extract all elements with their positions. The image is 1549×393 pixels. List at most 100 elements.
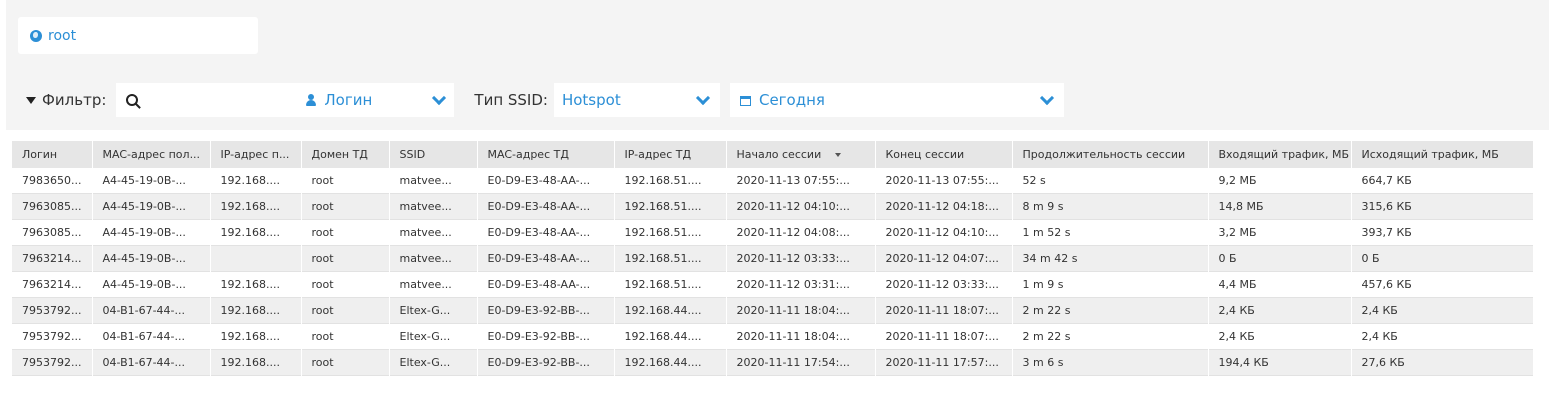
login-field-select[interactable]: Логин: [306, 83, 455, 117]
table-cell: A4-45-19-0B-...: [92, 193, 211, 220]
table-cell: 192.168....: [210, 349, 302, 376]
table-cell: matvee...: [389, 168, 478, 194]
table-row[interactable]: 7953792... 04-B1-67-44-... 192.168.... root…: [12, 349, 1534, 376]
table-cell: 192.168.51....: [614, 271, 727, 298]
table-cell: A4-45-19-0B-...: [92, 271, 211, 298]
table-cell: root: [301, 323, 390, 350]
sort-desc-icon: [835, 153, 842, 157]
funnel-icon: [26, 96, 36, 104]
table-cell: 7983650...: [12, 168, 93, 194]
table-cell: 192.168.51....: [614, 219, 727, 246]
column-header[interactable]: IP-адрес ТД: [614, 141, 727, 168]
globe-icon: [30, 29, 42, 42]
table-row[interactable]: 7963085... A4-45-19-0B-... 192.168.... root…: [12, 219, 1534, 246]
table-cell: 8 m 9 s: [1012, 193, 1209, 220]
table-cell: E0-D9-E3-48-AA-...: [477, 219, 615, 246]
table-cell: root: [301, 219, 390, 246]
search-icon: [126, 94, 139, 106]
filter-bar: Фильтр: Логин Тип SSID: Hotspot Сегодня: [6, 70, 1549, 130]
filter-label-group: Фильтр:: [26, 91, 106, 109]
table-cell: A4-45-19-0B-...: [92, 219, 211, 246]
table-cell: matvee...: [389, 219, 478, 246]
column-header[interactable]: Логин: [12, 141, 93, 168]
table-cell: 192.168....: [210, 168, 302, 194]
table-cell: 7953792...: [12, 349, 93, 376]
table-cell: A4-45-19-0B-...: [92, 245, 211, 272]
table-cell: 393,7 КБ: [1351, 219, 1534, 246]
table-cell: 2020-11-11 17:57:...: [875, 349, 1013, 376]
column-header[interactable]: SSID: [389, 141, 478, 168]
column-header[interactable]: MAC-адрес пол...: [92, 141, 211, 168]
table-row[interactable]: 7953792... 04-B1-67-44-... 192.168.... root…: [12, 323, 1534, 350]
table-cell: [210, 245, 302, 272]
table-cell: 2 m 22 s: [1012, 297, 1209, 324]
table-cell: root: [301, 168, 390, 194]
table-cell: 192.168.51....: [614, 193, 727, 220]
table-cell: 04-B1-67-44-...: [92, 297, 211, 324]
chevron-down-icon[interactable]: [432, 90, 447, 105]
domain-selector[interactable]: root: [18, 17, 258, 54]
date-range-value: Сегодня: [758, 91, 825, 109]
table-cell: E0-D9-E3-92-BB-...: [477, 323, 615, 350]
column-header[interactable]: Конец сессии: [875, 141, 1013, 168]
table-cell: 7963085...: [12, 193, 93, 220]
table-cell: root: [301, 297, 390, 324]
table-cell: 2020-11-12 03:31:...: [726, 271, 876, 298]
table-row[interactable]: 7953792... 04-B1-67-44-... 192.168.... root…: [12, 297, 1534, 324]
table-cell: 2020-11-12 03:33:...: [726, 245, 876, 272]
table-cell: Eltex-G...: [389, 349, 478, 376]
domain-label: root: [48, 27, 77, 44]
table-cell: 7953792...: [12, 323, 93, 350]
column-header-sorted[interactable]: Начало сессии: [726, 141, 876, 168]
table-row[interactable]: 7963214... A4-45-19-0B-... root matvee... E0…: [12, 245, 1534, 272]
table-cell: E0-D9-E3-48-AA-...: [477, 168, 615, 194]
column-header[interactable]: Входящий трафик, МБ: [1208, 141, 1352, 168]
date-range-select[interactable]: Сегодня: [729, 83, 1064, 117]
table-cell: 315,6 КБ: [1351, 193, 1534, 220]
table-cell: E0-D9-E3-92-BB-...: [477, 349, 615, 376]
search-input[interactable]: [116, 83, 307, 117]
table-cell: 2020-11-11 18:04:...: [726, 323, 876, 350]
table-row[interactable]: 7983650... A4-45-19-0B-... 192.168.... root…: [12, 168, 1534, 194]
table-cell: 0 Б: [1208, 245, 1352, 272]
table-cell: root: [301, 193, 390, 220]
table-row[interactable]: 7963085... A4-45-19-0B-... 192.168.... root…: [12, 193, 1534, 220]
table-cell: 2020-11-12 04:10:...: [875, 219, 1013, 246]
table-cell: 192.168.51....: [614, 168, 727, 194]
table-cell: matvee...: [389, 193, 478, 220]
chevron-down-icon[interactable]: [695, 90, 711, 105]
ssid-type-select[interactable]: Hotspot: [553, 83, 720, 117]
table-cell: 192.168.44....: [614, 323, 727, 350]
table-cell: 3 m 6 s: [1012, 349, 1209, 376]
column-header[interactable]: Продолжительность сессии: [1012, 141, 1209, 168]
table-cell: 2020-11-12 04:08:...: [726, 219, 876, 246]
login-select-value: Логин: [324, 91, 373, 109]
table-row[interactable]: 7963214... A4-45-19-0B-... 192.168.... root…: [12, 271, 1534, 298]
table-cell: 192.168....: [210, 193, 302, 220]
table-cell: root: [301, 245, 390, 272]
table-cell: 27,6 КБ: [1351, 349, 1534, 376]
table-cell: E0-D9-E3-48-AA-...: [477, 245, 615, 272]
table-cell: 2020-11-12 04:07:...: [875, 245, 1013, 272]
table-cell: A4-45-19-0B-...: [92, 168, 211, 194]
table-cell: 2020-11-13 07:55:...: [726, 168, 876, 194]
user-icon: [306, 94, 317, 106]
table-cell: E0-D9-E3-48-AA-...: [477, 271, 615, 298]
table-cell: 9,2 МБ: [1208, 168, 1352, 194]
table-cell: 3,2 МБ: [1208, 219, 1352, 246]
table-cell: 2,4 КБ: [1208, 323, 1352, 350]
column-header[interactable]: MAC-адрес ТД: [477, 141, 615, 168]
table-cell: 2020-11-13 07:55:...: [875, 168, 1013, 194]
table-cell: 192.168.51....: [614, 245, 727, 272]
ssid-type-value: Hotspot: [561, 91, 621, 109]
sessions-table: Логин MAC-адрес пол... IP-адрес п... Дом…: [12, 141, 1534, 376]
table-cell: 7963214...: [12, 245, 93, 272]
table-cell: 2020-11-12 03:33:...: [875, 271, 1013, 298]
column-header[interactable]: IP-адрес п...: [210, 141, 302, 168]
table-cell: 2,4 КБ: [1351, 323, 1534, 350]
table-cell: 2020-11-11 18:07:...: [875, 297, 1013, 324]
column-header[interactable]: Домен ТД: [301, 141, 390, 168]
chevron-down-icon[interactable]: [1039, 90, 1055, 105]
column-header[interactable]: Исходящий трафик, МБ: [1351, 141, 1534, 168]
table-cell: matvee...: [389, 245, 478, 272]
